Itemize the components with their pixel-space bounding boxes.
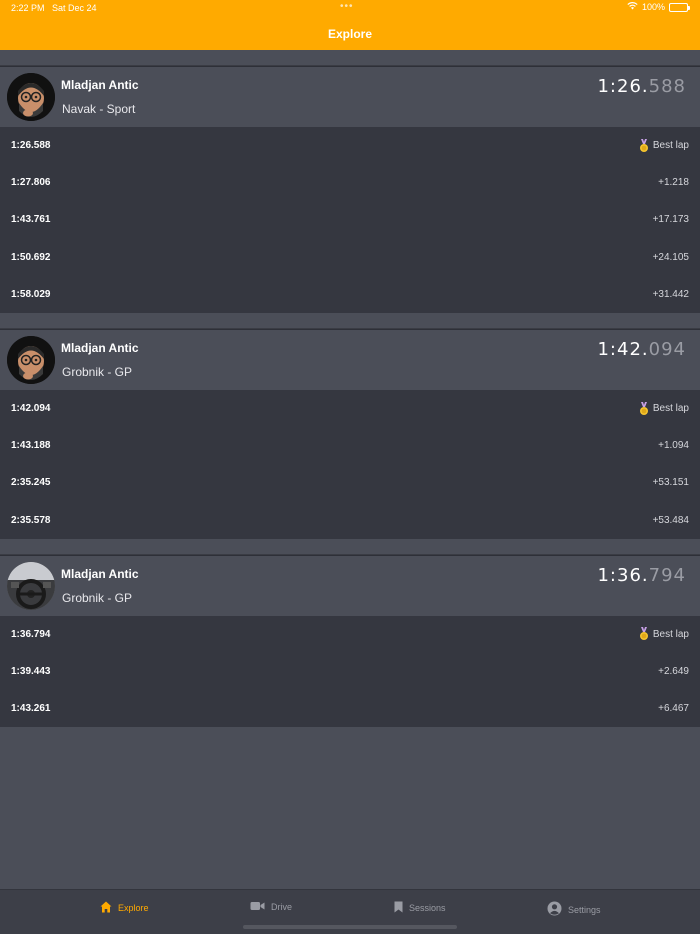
best-time-ms: 094: [648, 338, 686, 360]
tab-label: Sessions: [409, 903, 446, 913]
lap-list: 1:36.794 Best lap 1:39.443 +2.649 1:43.2…: [0, 615, 700, 728]
session-card[interactable]: Mladjan Antic Navak - Sport 1:26.588 1:2…: [0, 66, 700, 313]
session-best-time: 1:42.094: [597, 339, 686, 360]
best-lap-label: Best lap: [652, 628, 689, 640]
lap-row[interactable]: 1:26.588 Best lap: [0, 127, 700, 164]
lap-row[interactable]: 1:50.692 +24.105: [0, 239, 700, 276]
multitasking-dots[interactable]: •••: [340, 1, 354, 12]
lap-time: 1:43.761: [11, 214, 51, 226]
lap-time: 1:43.261: [11, 703, 51, 715]
lap-delta: +24.105: [652, 251, 689, 263]
session-header[interactable]: Mladjan Antic Grobnik - GP 1:36.794: [0, 554, 700, 616]
status-date: Sat Dec 24: [52, 3, 97, 13]
session-header[interactable]: Mladjan Antic Grobnik - GP 1:42.094: [0, 328, 700, 390]
lap-time: 1:42.094: [11, 403, 51, 415]
section-spacer: [0, 50, 700, 66]
medal-icon: [639, 138, 649, 153]
lap-delta: +53.151: [652, 477, 689, 489]
status-time: 2:22 PM: [11, 3, 45, 13]
status-indicators: 100%: [627, 2, 690, 12]
lap-time: 1:58.029: [11, 288, 51, 300]
lap-row[interactable]: 1:36.794 Best lap: [0, 616, 700, 653]
home-indicator[interactable]: [243, 925, 457, 929]
lap-row[interactable]: 2:35.578 +53.484: [0, 502, 700, 539]
best-lap-label: Best lap: [652, 140, 689, 152]
lap-delta: Best lap: [639, 627, 689, 641]
lap-row[interactable]: 1:42.094 Best lap: [0, 390, 700, 427]
lap-delta: +17.173: [652, 214, 689, 226]
track-name: Grobnik - GP: [62, 590, 133, 605]
best-lap-label: Best lap: [652, 403, 689, 415]
tab-label: Drive: [271, 902, 293, 912]
best-time-ms: 794: [648, 564, 686, 586]
session-card[interactable]: Mladjan Antic Grobnik - GP 1:42.094 1:42…: [0, 328, 700, 539]
person-circle-icon: [547, 901, 562, 918]
lap-time: 1:27.806: [11, 177, 51, 189]
tab-drive[interactable]: Drive: [250, 901, 292, 913]
lap-time: 1:36.794: [11, 628, 51, 640]
session-card[interactable]: Mladjan Antic Grobnik - GP 1:36.794 1:36…: [0, 554, 700, 728]
tab-sessions[interactable]: Sessions: [394, 901, 446, 915]
lap-delta: +53.484: [652, 514, 689, 526]
tab-explore[interactable]: Explore: [100, 901, 149, 915]
wifi-icon: [627, 2, 638, 12]
lap-delta: Best lap: [639, 401, 689, 416]
car-interior-avatar: [7, 561, 55, 610]
lap-time: 2:35.578: [11, 514, 51, 526]
lap-time: 1:43.188: [11, 440, 51, 452]
lap-row[interactable]: 1:27.806 +1.218: [0, 164, 700, 201]
tab-label: Explore: [118, 903, 149, 913]
lap-row[interactable]: 2:35.245 +53.151: [0, 464, 700, 501]
section-spacer: [0, 312, 700, 329]
lap-list: 1:42.094 Best lap 1:43.188 +1.094 2:35.2…: [0, 389, 700, 539]
lap-time: 1:50.692: [11, 251, 51, 263]
bookmark-icon: [394, 901, 403, 915]
section-spacer: [0, 538, 700, 555]
session-best-time: 1:26.588: [597, 76, 686, 97]
track-name: Grobnik - GP: [62, 364, 133, 379]
lap-list: 1:26.588 Best lap 1:27.806 +1.218 1:43.7…: [0, 127, 700, 313]
best-time-main: 1:26.: [597, 76, 649, 97]
page-title: Explore: [327, 27, 372, 41]
house-icon: [100, 901, 112, 915]
tab-settings[interactable]: Settings: [547, 901, 601, 918]
lap-row[interactable]: 1:43.761 +17.173: [0, 201, 700, 238]
best-time-main: 1:42.: [597, 338, 649, 360]
medal-icon: [639, 627, 649, 641]
driver-name: Mladjan Antic: [61, 78, 139, 92]
lap-row[interactable]: 1:43.261 +6.467: [0, 690, 700, 727]
lap-row[interactable]: 1:39.443 +2.649: [0, 653, 700, 690]
track-name: Navak - Sport: [62, 102, 136, 116]
session-best-time: 1:36.794: [597, 565, 686, 586]
memoji-avatar: [7, 73, 55, 121]
lap-delta: +6.467: [658, 703, 689, 715]
lap-delta: +31.442: [652, 288, 689, 300]
lap-delta: +1.218: [658, 177, 689, 189]
lap-time: 1:39.443: [11, 665, 51, 677]
lap-row[interactable]: 1:43.188 +1.094: [0, 427, 700, 464]
session-header[interactable]: Mladjan Antic Navak - Sport 1:26.588: [0, 66, 700, 127]
driver-name: Mladjan Antic: [61, 340, 139, 355]
tab-label: Settings: [568, 904, 601, 915]
lap-delta: +2.649: [658, 665, 689, 677]
navigation-bar: 2:22 PM Sat Dec 24 ••• 100% Explore: [0, 0, 700, 50]
lap-delta: +1.094: [658, 440, 689, 452]
sessions-list: Mladjan Antic Navak - Sport 1:26.588 1:2…: [0, 50, 700, 728]
lap-delta: Best lap: [639, 138, 689, 153]
video-camera-icon: [250, 901, 265, 913]
driver-name: Mladjan Antic: [61, 566, 139, 581]
best-time-main: 1:36.: [597, 564, 649, 586]
best-time-ms: 588: [648, 76, 686, 97]
battery-icon: [669, 2, 690, 12]
medal-icon: [639, 401, 649, 416]
lap-row[interactable]: 1:58.029 +31.442: [0, 276, 700, 313]
battery-percent: 100%: [641, 2, 665, 12]
lap-time: 1:26.588: [11, 140, 51, 152]
lap-time: 2:35.245: [11, 477, 51, 489]
memoji-avatar: [7, 335, 55, 384]
